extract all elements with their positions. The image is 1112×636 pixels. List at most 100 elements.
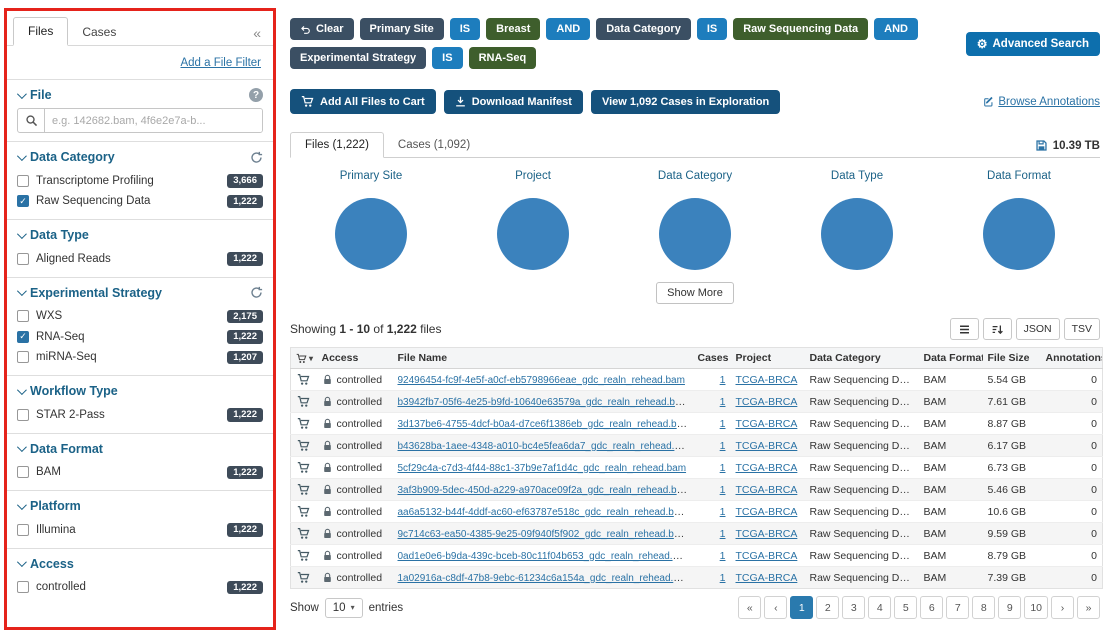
add-to-cart-button[interactable] [296,526,311,541]
project-link[interactable]: TCGA-BRCA [736,440,798,452]
chevron-down-icon[interactable] [16,442,27,453]
tab-cases-results[interactable]: Cases (1,092) [384,133,484,157]
add-to-cart-button[interactable] [296,504,311,519]
project-link[interactable]: TCGA-BRCA [736,462,798,474]
column-header-file-size[interactable]: File Size [982,347,1041,369]
add-file-filter-link[interactable]: Add a File Filter [180,57,261,69]
page-3[interactable]: 3 [842,596,866,619]
clear-query-button[interactable]: Clear [290,18,354,40]
file-search-input[interactable] [45,109,262,132]
chevron-down-icon[interactable] [16,228,27,239]
page-10[interactable]: 10 [1024,596,1048,619]
file-name-link[interactable]: b43628ba-1aee-4348-a010-bc4e5fea6da7_gdc… [398,440,693,452]
sidebar-tab-cases[interactable]: Cases [68,19,130,45]
file-name-link[interactable]: 0ad1e0e6-b9da-439c-bceb-80c11f04b653_gdc… [398,550,693,562]
column-header-project[interactable]: Project [730,347,805,369]
query-chip-is[interactable]: IS [449,18,481,40]
facet-option-wxs[interactable]: WXS 2,175 [17,306,263,327]
query-chip-is[interactable]: IS [432,47,463,69]
page-next[interactable]: › [1051,596,1074,619]
column-header-annotations[interactable]: Annotations [1040,347,1103,369]
column-header-cases[interactable]: Cases [692,347,731,369]
checkbox[interactable] [17,408,29,421]
export-json-button[interactable]: JSON [1015,318,1060,340]
facet-option-aligned-reads[interactable]: Aligned Reads 1,222 [17,248,263,269]
cases-count-link[interactable]: 1 [720,396,726,408]
page-9[interactable]: 9 [998,596,1022,619]
tab-files-results[interactable]: Files (1,222) [290,132,384,158]
pie-chart-data-format[interactable] [983,198,1055,270]
project-link[interactable]: TCGA-BRCA [736,374,798,386]
file-name-link[interactable]: 3d137be6-4755-4dcf-b0a4-d7ce6f1386eb_gdc… [398,418,691,430]
chevron-down-icon[interactable] [16,88,27,99]
add-to-cart-button[interactable] [296,372,311,387]
page-prev[interactable]: ‹ [764,596,788,619]
checkbox[interactable] [17,252,29,265]
facet-option-raw-sequencing-data[interactable]: ✓ Raw Sequencing Data 1,222 [17,191,263,212]
query-chip-is[interactable]: IS [696,18,728,40]
column-header-data-format[interactable]: Data Format [918,347,983,369]
checkbox[interactable] [17,466,29,479]
view-cases-in-exploration-button[interactable]: View 1,092 Cases in Exploration [590,89,781,114]
facet-option-star-2-pass[interactable]: STAR 2-Pass 1,222 [17,404,263,425]
checkbox-checked[interactable]: ✓ [17,330,29,343]
project-link[interactable]: TCGA-BRCA [736,484,798,496]
query-chip-experimental-strategy[interactable]: Experimental Strategy [290,47,427,69]
chevron-down-icon[interactable] [16,499,27,510]
cases-count-link[interactable]: 1 [720,550,726,562]
reset-facet-icon[interactable] [250,151,263,164]
column-settings-button[interactable] [949,318,979,340]
facet-option-illumina[interactable]: Illumina 1,222 [17,519,263,540]
cases-count-link[interactable]: 1 [720,484,726,496]
cases-count-link[interactable]: 1 [720,506,726,518]
facet-option-transcriptome-profiling[interactable]: Transcriptome Profiling 3,666 [17,170,263,191]
page-6[interactable]: 6 [920,596,944,619]
page-8[interactable]: 8 [972,596,996,619]
cart-column-dropdown[interactable]: ▾ [296,353,313,364]
page-2[interactable]: 2 [816,596,840,619]
browse-annotations-link[interactable]: Browse Annotations [983,96,1100,108]
file-name-link[interactable]: 1a02916a-c8df-47b8-9ebc-61234c6a154a_gdc… [398,572,693,584]
add-to-cart-button[interactable] [296,416,311,431]
add-to-cart-button[interactable] [296,548,311,563]
file-name-link[interactable]: b3942fb7-05f6-4e25-b9fd-10640e63579a_gdc… [398,396,689,408]
sort-button[interactable] [982,318,1012,340]
page-last[interactable]: » [1077,596,1100,619]
cases-count-link[interactable]: 1 [720,374,726,386]
add-to-cart-button[interactable] [296,394,311,409]
checkbox[interactable] [17,351,29,364]
file-name-link[interactable]: aa6a5132-b44f-4ddf-ac60-ef63787e518c_gdc… [398,506,688,518]
cases-count-link[interactable]: 1 [720,440,726,452]
download-manifest-button[interactable]: Download Manifest [443,89,583,114]
file-name-link[interactable]: 3af3b909-5dec-450d-a229-a970ace09f2a_gdc… [398,484,691,496]
cases-count-link[interactable]: 1 [720,528,726,540]
search-icon[interactable] [18,109,45,132]
checkbox[interactable] [17,581,29,594]
facet-option-bam[interactable]: BAM 1,222 [17,462,263,483]
pie-chart-project[interactable] [497,198,569,270]
chevron-down-icon[interactable] [16,150,27,161]
add-to-cart-button[interactable] [296,482,311,497]
reset-facet-icon[interactable] [250,286,263,299]
page-4[interactable]: 4 [868,596,892,619]
column-header-file-name[interactable]: File Name [392,347,693,369]
file-name-link[interactable]: 92496454-fc9f-4e5f-a0cf-eb5798966eae_gdc… [398,375,685,386]
collapse-sidebar-icon[interactable]: « [249,25,265,45]
project-link[interactable]: TCGA-BRCA [736,418,798,430]
pie-chart-data-category[interactable] [659,198,731,270]
page-5[interactable]: 5 [894,596,918,619]
column-header-data-category[interactable]: Data Category [804,347,919,369]
checkbox-checked[interactable]: ✓ [17,195,29,208]
sidebar-tab-files[interactable]: Files [13,17,69,46]
facet-option-mirna-seq[interactable]: miRNA-Seq 1,207 [17,347,263,368]
add-to-cart-button[interactable] [296,570,311,585]
query-chip-rna-seq[interactable]: RNA-Seq [468,47,537,69]
checkbox[interactable] [17,523,29,536]
page-7[interactable]: 7 [946,596,970,619]
cases-count-link[interactable]: 1 [720,462,726,474]
page-size-select[interactable]: 10 ▾ [324,597,363,618]
checkbox[interactable] [17,174,29,187]
cases-count-link[interactable]: 1 [720,418,726,430]
chevron-down-icon[interactable] [16,557,27,568]
show-more-button[interactable]: Show More [656,282,734,304]
